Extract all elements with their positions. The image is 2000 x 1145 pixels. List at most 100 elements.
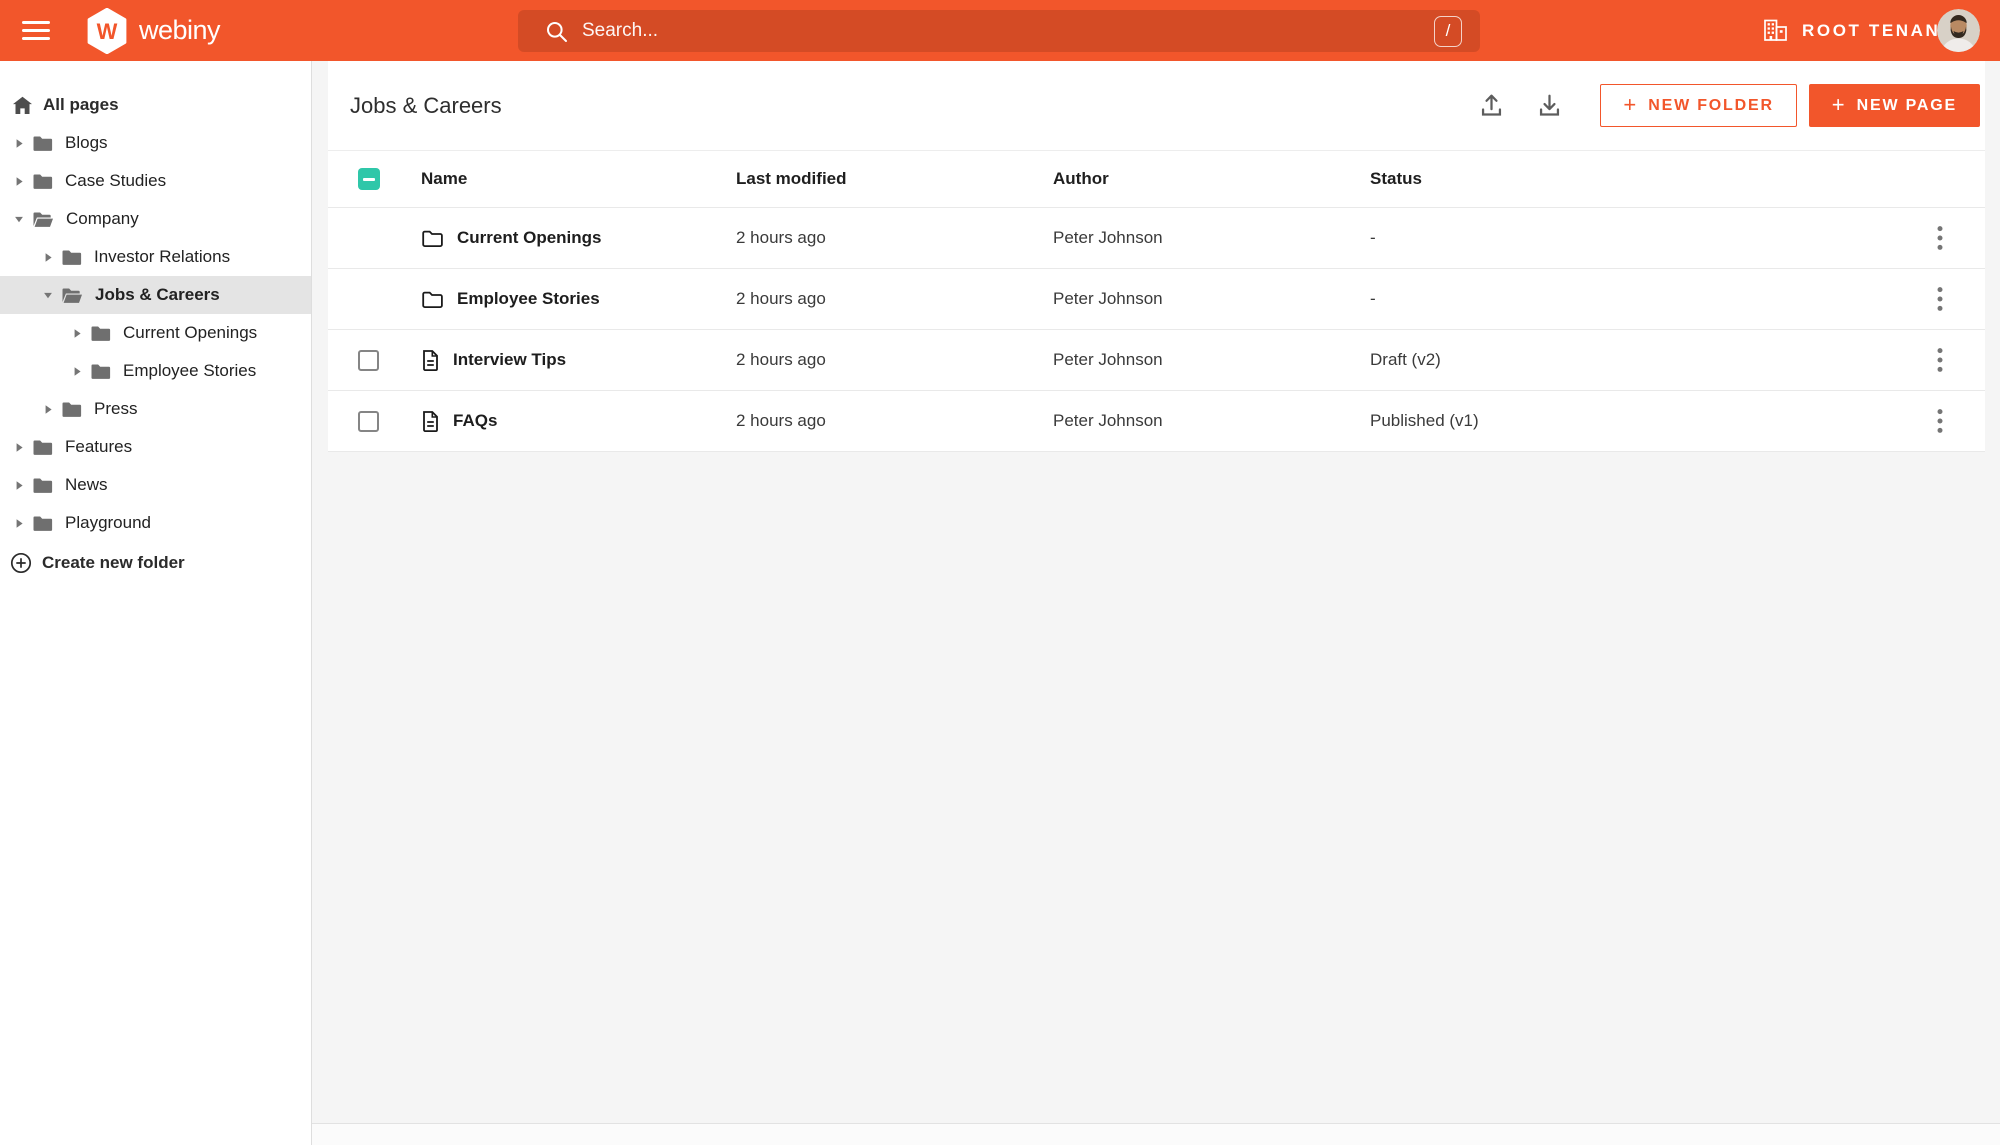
sidebar-item-label: Playground [65,513,152,532]
sidebar-item-company[interactable]: Company [0,200,311,238]
sidebar-item-label: Blogs [65,133,108,152]
chevron-down-icon[interactable] [14,214,24,224]
user-avatar[interactable] [1937,9,1980,52]
column-header-status: Status [1370,169,1422,188]
folder-icon [32,439,53,456]
sidebar-item-label: Press [94,399,138,418]
sidebar-item-label: Jobs & Careers [95,285,220,304]
folder-icon [61,249,82,266]
row-menu-button[interactable] [1925,403,1955,439]
folder-icon [61,401,82,418]
row-checkbox[interactable] [358,349,379,371]
pages-table: Name Last modified Author Status Current… [328,150,1985,452]
sidebar-item-news[interactable]: News [0,466,311,504]
row-last-modified: 2 hours ago [736,350,826,369]
sidebar-item-case-studies[interactable]: Case Studies [0,162,311,200]
folder-icon [32,515,53,532]
tenant-selector[interactable]: ROOT TENANT [1762,0,1953,61]
home-icon [12,96,33,115]
sidebar-tree: Blogs Case Studies Company Investor Relatio… [0,124,311,542]
table-row[interactable]: Current Openings 2 hours ago Peter Johnson… [328,208,1985,269]
create-folder-label: Create new folder [42,553,185,572]
folder-icon [32,135,53,152]
sidebar-item-all-pages[interactable]: All pages [0,86,311,124]
table-row[interactable]: Interview Tips 2 hours ago Peter Johnson Dr… [328,330,1985,391]
row-author: Peter Johnson [1053,411,1163,430]
sidebar-item-blogs[interactable]: Blogs [0,124,311,162]
sidebar-item-label: All pages [43,95,119,114]
svg-text:W: W [97,18,118,43]
brand-wordmark: webiny [139,15,221,45]
sidebar-item-current-openings[interactable]: Current Openings [0,314,311,352]
search-input[interactable] [582,20,1434,42]
new-folder-button[interactable]: + NEW FOLDER [1600,84,1797,127]
sidebar-item-label: Case Studies [65,171,167,190]
sidebar-item-press[interactable]: Press [0,390,311,428]
search-icon [545,20,568,43]
sidebar-item-label: Investor Relations [94,247,231,266]
download-icon [1536,92,1563,119]
row-author: Peter Johnson [1053,228,1163,247]
chevron-right-icon[interactable] [14,138,24,149]
webiny-hexagon-icon: W [86,7,128,54]
select-all-checkbox[interactable] [358,168,380,190]
top-bar: W webiny / ROOT TENANT [0,0,2000,61]
row-menu-button[interactable] [1925,220,1955,256]
table-row[interactable]: FAQs 2 hours ago Peter Johnson Published (v… [328,391,1985,452]
sidebar-item-investor-relations[interactable]: Investor Relations [0,238,311,276]
folder-open-icon [61,287,83,304]
building-icon [1762,18,1789,43]
folder-icon [90,325,111,342]
chevron-right-icon[interactable] [14,442,24,453]
header-actions: + NEW FOLDER + NEW PAGE [1470,84,1980,127]
folder-icon [421,229,444,248]
row-menu-button[interactable] [1925,281,1955,317]
search-shortcut-key: / [1434,15,1462,47]
webiny-logo[interactable]: W webiny [86,0,221,61]
chevron-right-icon[interactable] [72,328,82,339]
chevron-right-icon[interactable] [14,480,24,491]
row-status: Draft (v2) [1370,350,1441,369]
column-header-last-modified: Last modified [736,169,847,188]
create-new-folder-button[interactable]: Create new folder [0,544,311,582]
sidebar-item-employee-stories[interactable]: Employee Stories [0,352,311,390]
chevron-right-icon[interactable] [14,518,24,529]
chevron-down-icon[interactable] [43,290,53,300]
page-title: Jobs & Careers [350,92,502,118]
export-button[interactable] [1528,85,1570,127]
sidebar: All pages Blogs Case Studies Company Invest… [0,61,312,1145]
row-author: Peter Johnson [1053,350,1163,369]
document-icon [421,349,440,372]
row-last-modified: 2 hours ago [736,289,826,308]
chevron-right-icon[interactable] [14,176,24,187]
folder-icon [32,173,53,190]
chevron-right-icon[interactable] [43,404,53,415]
chevron-right-icon[interactable] [43,252,53,263]
search-bar: / [518,10,1480,52]
import-button[interactable] [1470,85,1512,127]
upload-icon [1478,92,1505,119]
sidebar-item-features[interactable]: Features [0,428,311,466]
row-name[interactable]: Employee Stories [457,289,600,309]
row-name[interactable]: Interview Tips [453,350,566,370]
plus-icon: + [1831,91,1845,117]
document-icon [421,410,440,433]
row-last-modified: 2 hours ago [736,228,826,247]
sidebar-item-playground[interactable]: Playground [0,504,311,542]
row-menu-button[interactable] [1925,342,1955,378]
plus-circle-icon [10,552,32,574]
tenant-name: ROOT TENANT [1802,20,1954,40]
row-checkbox[interactable] [358,410,379,432]
row-author: Peter Johnson [1053,289,1163,308]
new-page-label: NEW PAGE [1856,96,1957,114]
row-status: - [1370,289,1376,308]
new-page-button[interactable]: + NEW PAGE [1808,84,1980,127]
chevron-right-icon[interactable] [72,366,82,377]
folder-open-icon [32,211,54,228]
table-row[interactable]: Employee Stories 2 hours ago Peter Johnson… [328,269,1985,330]
folder-icon [90,363,111,380]
hamburger-menu-icon[interactable] [22,17,50,44]
sidebar-item-jobs-careers[interactable]: Jobs & Careers [0,276,311,314]
row-name[interactable]: Current Openings [457,228,602,248]
row-name[interactable]: FAQs [453,411,497,431]
